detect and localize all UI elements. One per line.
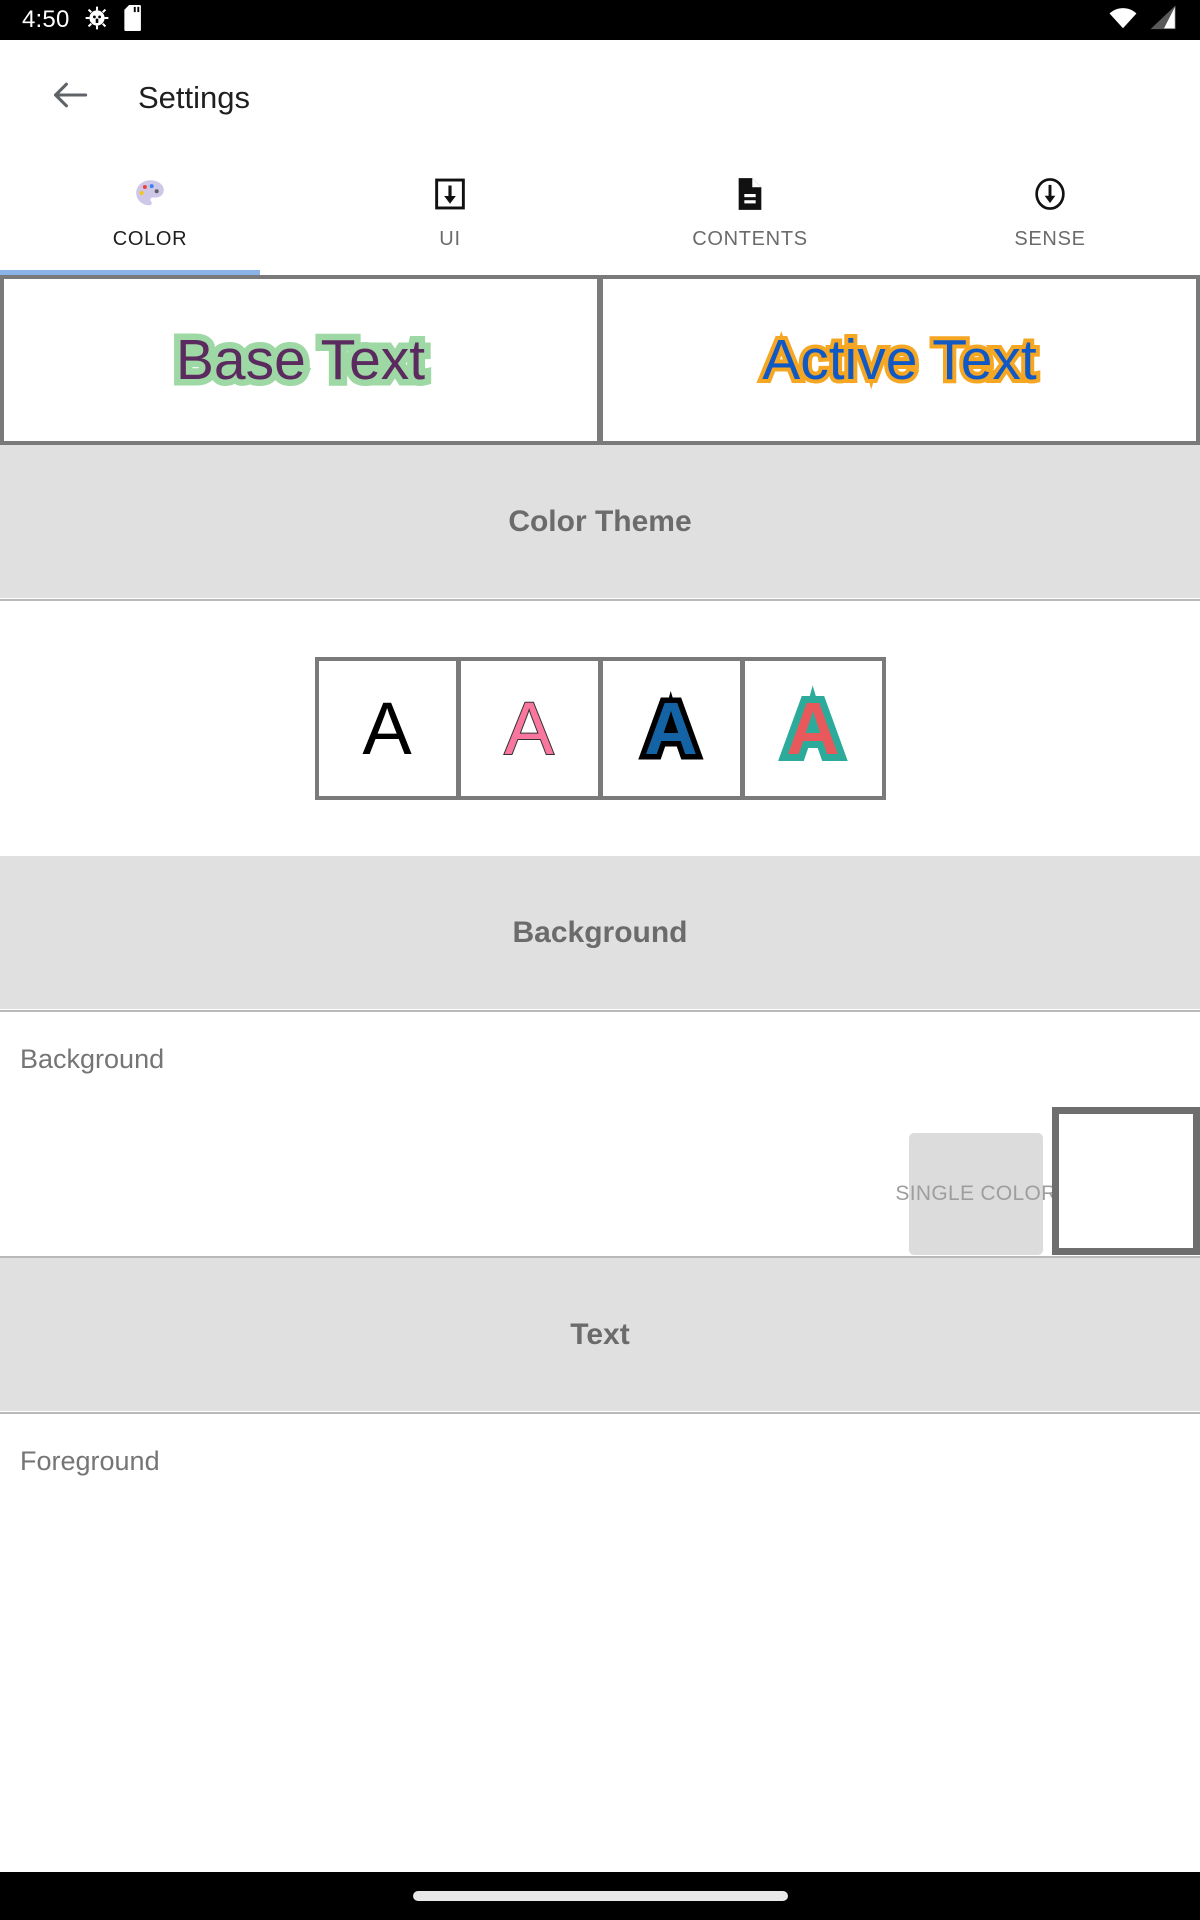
theme-swatch-2[interactable]: A	[460, 661, 598, 796]
preview-base-text: Base Text	[169, 322, 431, 399]
theme-swatch-letter: A	[779, 684, 847, 772]
status-bar-right	[1108, 4, 1178, 35]
tab-ui[interactable]: UI	[300, 155, 600, 275]
tab-contents[interactable]: CONTENTS	[600, 155, 900, 275]
app-bar: Settings	[0, 40, 1200, 155]
preview-strip: Base Text Active Text	[0, 275, 1200, 445]
download-box-icon	[433, 173, 467, 215]
theme-swatch-1[interactable]: A	[318, 661, 456, 796]
system-nav-bar	[0, 1872, 1200, 1920]
tab-label-contents: CONTENTS	[692, 228, 808, 250]
home-indicator[interactable]	[412, 1891, 788, 1901]
section-header-background: Background	[0, 856, 1200, 1009]
tab-label-sense: SENSE	[1014, 228, 1086, 250]
theme-swatch-3[interactable]: A	[602, 661, 740, 796]
section-title-text: Text	[570, 1317, 630, 1351]
theme-swatch-4[interactable]: A	[744, 661, 882, 796]
status-bar-clock: 4:50	[22, 6, 70, 33]
back-arrow-icon	[52, 80, 88, 115]
back-button[interactable]	[44, 72, 96, 124]
background-option-row[interactable]: Background SINGLE COLOR	[0, 1012, 1200, 1255]
theme-swatch-letter: A	[639, 686, 704, 771]
status-bar: 4:50	[0, 0, 1200, 40]
cell-signal-icon	[1150, 4, 1178, 35]
color-theme-swatch-row: A A A A	[314, 657, 886, 800]
section-title-color-theme: Color Theme	[508, 504, 692, 538]
arrow-down-circle-icon	[1033, 173, 1067, 215]
document-icon	[733, 173, 767, 215]
wifi-icon	[1108, 6, 1138, 35]
tab-label-color: COLOR	[112, 228, 188, 250]
tab-color[interactable]: COLOR	[0, 155, 300, 275]
theme-swatch-letter: A	[362, 686, 412, 770]
tab-label-ui: UI	[439, 228, 461, 250]
foreground-option-row[interactable]: Foreground	[0, 1414, 1200, 1534]
android-robot-icon	[84, 5, 110, 36]
preview-card-active[interactable]: Active Text	[603, 279, 1196, 441]
palette-icon	[133, 173, 167, 215]
color-theme-swatch-area: A A A A	[0, 601, 1200, 856]
section-title-background: Background	[512, 915, 688, 949]
preview-card-base[interactable]: Base Text	[4, 279, 597, 441]
theme-swatch-letter: A	[503, 686, 554, 770]
foreground-row-label: Foreground	[20, 1446, 160, 1476]
tab-active-indicator	[0, 270, 260, 275]
single-color-button-label: SINGLE COLOR	[895, 1182, 1057, 1205]
background-row-label: Background	[20, 1044, 165, 1074]
section-header-color-theme: Color Theme	[0, 445, 1200, 598]
sd-card-icon	[123, 4, 146, 36]
single-color-button[interactable]: SINGLE COLOR	[895, 1133, 1056, 1255]
preview-active-text: Active Text	[758, 324, 1041, 396]
background-color-chip[interactable]	[1052, 1107, 1200, 1255]
page-title: Settings	[138, 79, 251, 115]
status-bar-left: 4:50	[22, 4, 146, 36]
background-controls: SINGLE COLOR	[895, 1107, 1200, 1255]
tab-sense[interactable]: SENSE	[900, 155, 1200, 275]
tab-bar: COLOR UI CONTENTS SENSE	[0, 155, 1200, 275]
section-header-text: Text	[0, 1258, 1200, 1411]
